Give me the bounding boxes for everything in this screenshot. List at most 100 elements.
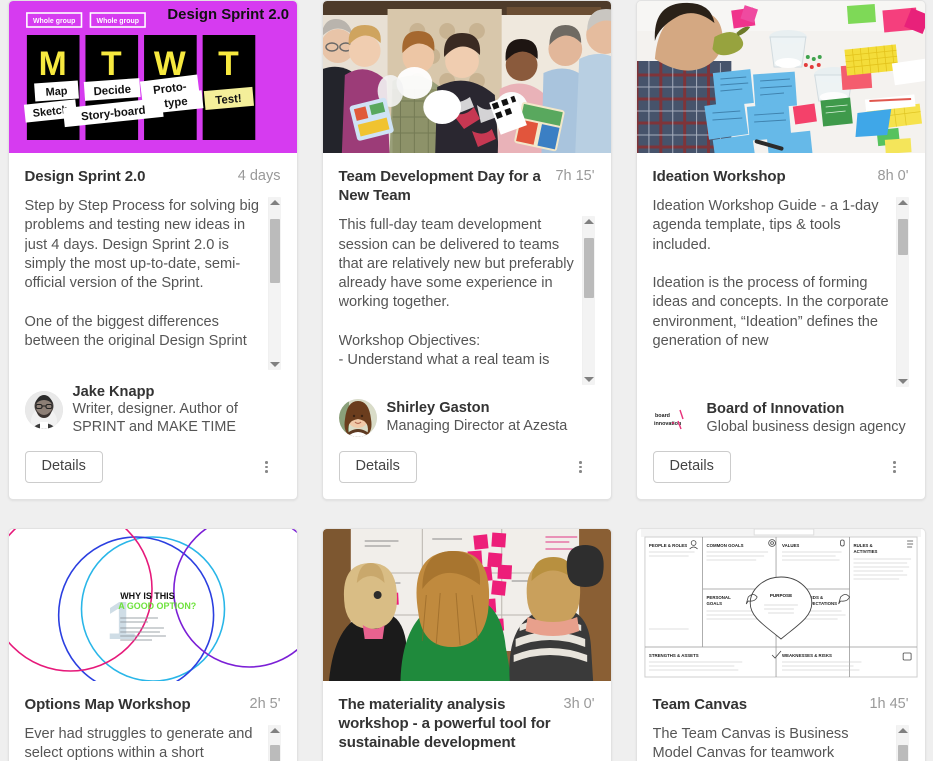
- card-duration: 3h 0': [563, 696, 595, 712]
- svg-text:M: M: [38, 45, 66, 83]
- svg-text:A GOOD OPTION?: A GOOD OPTION?: [118, 601, 196, 611]
- card-author: Jake Knapp Writer, designer. Author of S…: [24, 384, 281, 438]
- card-thumbnail-team-photo[interactable]: [322, 1, 611, 153]
- scroll-down-arrow-icon[interactable]: [897, 379, 908, 385]
- description-scrollbar[interactable]: [267, 725, 281, 761]
- author-name: Board of Innovation: [706, 401, 845, 418]
- card-title-row: Options Map Workshop 2h 5': [25, 695, 281, 714]
- card-thumbnail-materiality-photo[interactable]: [322, 529, 611, 681]
- template-card-options-map-workshop[interactable]: 1 WHY IS THIS A GOOD OPTION? Options Map…: [7, 528, 298, 761]
- card-description-wrap: This full-day team development session c…: [338, 216, 595, 386]
- card-body: Options Map Workshop 2h 5' Ever had stru…: [9, 681, 297, 761]
- avatar: [338, 399, 377, 438]
- card-title: Team Development Day for a New Team: [338, 168, 541, 205]
- card-footer: Details: [637, 437, 925, 499]
- svg-text:type: type: [163, 96, 188, 110]
- details-button[interactable]: Details: [24, 451, 103, 483]
- description-scrollbar[interactable]: [895, 725, 909, 761]
- card-body: Team Canvas 1h 45' The Team Canvas is Bu…: [637, 681, 925, 761]
- svg-text:PEOPLE & ROLES: PEOPLE & ROLES: [648, 543, 686, 548]
- scroll-up-arrow-icon[interactable]: [269, 200, 280, 206]
- svg-text:STRENGTHS & ASSETS: STRENGTHS & ASSETS: [648, 653, 698, 658]
- svg-text:VALUES: VALUES: [781, 543, 798, 548]
- card-thumbnail-options-map[interactable]: 1 WHY IS THIS A GOOD OPTION?: [8, 529, 297, 681]
- author-role: Managing Director at Azesta: [386, 418, 568, 435]
- scroll-down-arrow-icon[interactable]: [269, 361, 280, 367]
- card-body: Team Development Day for a New Team 7h 1…: [323, 153, 611, 438]
- card-title: Design Sprint 2.0: [24, 168, 146, 185]
- avatar: [24, 391, 63, 430]
- scrollbar-thumb[interactable]: [269, 219, 280, 284]
- template-card-team-development-day[interactable]: Team Development Day for a New Team 7h 1…: [321, 0, 612, 500]
- card-thumbnail-sticky-notes-photo[interactable]: [636, 1, 925, 153]
- author-text: Jake Knapp Writer, designer. Author of S…: [73, 384, 281, 438]
- template-card-design-sprint-2-0[interactable]: Design Sprint 2.0 Whole group Whole grou…: [7, 0, 298, 500]
- details-button[interactable]: Details: [338, 451, 417, 483]
- scroll-down-arrow-icon[interactable]: [583, 377, 594, 383]
- card-duration: 7h 15': [555, 168, 595, 184]
- more-vertical-icon[interactable]: [885, 457, 905, 477]
- card-duration: 1h 45': [869, 696, 909, 712]
- card-description-wrap: Ideation Workshop Guide - a 1-day agenda…: [653, 197, 909, 388]
- board-of-innovation-logo: board innovation: [653, 404, 697, 434]
- template-card-materiality-analysis-workshop[interactable]: The materiality analysis workshop - a po…: [321, 528, 612, 761]
- scroll-up-arrow-icon[interactable]: [583, 219, 594, 225]
- scrollbar-thumb[interactable]: [897, 745, 908, 761]
- card-description-wrap: Ever had struggles to generate and selec…: [25, 725, 281, 761]
- card-title: The materiality analysis workshop - a po…: [338, 696, 551, 752]
- card-description: Ever had struggles to generate and selec…: [24, 726, 257, 761]
- description-scrollbar[interactable]: [895, 197, 909, 388]
- card-body: Ideation Workshop 8h 0' Ideation Worksho…: [637, 153, 925, 437]
- card-description-wrap: Step by Step Process for solving big pro…: [24, 197, 281, 370]
- card-title-row: Team Development Day for a New Team 7h 1…: [339, 167, 595, 205]
- scroll-up-arrow-icon[interactable]: [269, 728, 280, 734]
- card-description: Step by Step Process for solving big pro…: [24, 198, 259, 349]
- card-author: board innovation Board of Innovation Glo…: [653, 401, 909, 437]
- author-role: Writer, designer. Author of SPRINT and M…: [72, 401, 238, 436]
- card-thumbnail-team-canvas[interactable]: PEOPLE & ROLES COMMON GOALS VALUES RULES…: [636, 529, 925, 681]
- card-title: Team Canvas: [652, 696, 748, 713]
- svg-text:T: T: [218, 45, 239, 83]
- card-author: Shirley Gaston Managing Director at Azes…: [338, 399, 595, 438]
- scroll-up-arrow-icon[interactable]: [897, 200, 908, 206]
- scrollbar-thumb[interactable]: [583, 238, 594, 299]
- card-duration: 4 days: [237, 168, 281, 184]
- card-title: Ideation Workshop: [652, 168, 786, 185]
- template-card-grid: Design Sprint 2.0 Whole group Whole grou…: [0, 0, 933, 761]
- card-duration: 8h 0': [877, 168, 909, 184]
- description-scrollbar[interactable]: [581, 216, 595, 386]
- template-card-ideation-workshop[interactable]: Ideation Workshop 8h 0' Ideation Worksho…: [635, 0, 926, 500]
- svg-text:PERSONAL: PERSONAL: [706, 595, 731, 600]
- scroll-up-arrow-icon[interactable]: [897, 728, 908, 734]
- card-title-row: Team Canvas 1h 45': [653, 695, 909, 714]
- svg-text:board: board: [655, 413, 670, 419]
- author-role: Global business design agency: [706, 419, 906, 436]
- card-title-row: The materiality analysis workshop - a po…: [339, 695, 595, 753]
- svg-text:COMMON GOALS: COMMON GOALS: [706, 543, 743, 548]
- author-text: Shirley Gaston Managing Director at Azes…: [387, 400, 568, 436]
- svg-text:Map: Map: [45, 85, 68, 99]
- card-description: This full-day team development session c…: [338, 217, 574, 369]
- svg-text:T: T: [100, 45, 121, 83]
- card-thumbnail-design-sprint-poster[interactable]: Design Sprint 2.0 Whole group Whole grou…: [8, 1, 297, 153]
- more-vertical-icon[interactable]: [571, 457, 591, 477]
- scrollbar-thumb[interactable]: [897, 219, 908, 256]
- scrollbar-thumb[interactable]: [269, 745, 280, 761]
- card-footer: Details: [9, 437, 297, 499]
- more-vertical-icon[interactable]: [257, 457, 277, 477]
- card-footer: Details: [323, 437, 611, 499]
- svg-text:PURPOSE: PURPOSE: [769, 593, 791, 598]
- template-card-team-canvas[interactable]: PEOPLE & ROLES COMMON GOALS VALUES RULES…: [635, 528, 926, 761]
- author-name: Jake Knapp: [72, 383, 155, 400]
- svg-text:WHY IS THIS: WHY IS THIS: [120, 591, 174, 601]
- svg-text:ACTIVITIES: ACTIVITIES: [853, 549, 877, 554]
- card-body: The materiality analysis workshop - a po…: [323, 681, 611, 761]
- details-button[interactable]: Details: [652, 451, 731, 483]
- card-body: Design Sprint 2.0 4 days Step by Step Pr…: [9, 153, 297, 437]
- card-title: Options Map Workshop: [24, 696, 191, 713]
- card-duration: 2h 5': [249, 696, 281, 712]
- description-scrollbar[interactable]: [267, 197, 281, 370]
- svg-text:Whole group: Whole group: [32, 18, 74, 25]
- card-description-wrap: The Team Canvas is Business Model Canvas…: [653, 725, 909, 761]
- svg-text:Design Sprint 2.0: Design Sprint 2.0: [167, 6, 289, 23]
